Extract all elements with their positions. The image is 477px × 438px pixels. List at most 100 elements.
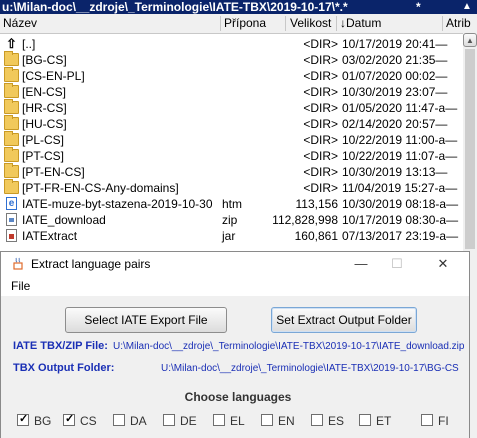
folder-icon (4, 115, 19, 130)
file-size: <DIR> (303, 181, 338, 195)
file-row[interactable]: [BG-CS] <DIR> 03/02/2020 21:35— (0, 51, 463, 68)
dialog-content: Select IATE Export File Set Extract Outp… (7, 298, 469, 437)
file-date: 01/07/2020 00:02— (342, 69, 448, 83)
file-date: 10/22/2019 11:07-a— (342, 149, 458, 163)
column-name[interactable]: Název (3, 14, 37, 33)
column-extension[interactable]: Přípona (224, 14, 266, 33)
file-size: <DIR> (303, 149, 338, 163)
file-ext: htm (222, 197, 243, 211)
iate-file-label: IATE TBX/ZIP File: (13, 340, 108, 352)
file-name: [HU-CS] (22, 117, 67, 131)
language-label: EN (278, 414, 295, 428)
menu-file[interactable]: File (11, 279, 30, 293)
file-date: 10/30/2019 08:18-a— (342, 197, 459, 211)
file-size: 160,861 (294, 229, 338, 243)
language-label: DA (130, 414, 147, 428)
file-ext: jar (222, 229, 236, 243)
language-checkbox[interactable] (359, 414, 371, 426)
history-dropdown-icon[interactable]: ▲ (462, 0, 472, 14)
file-row[interactable]: e IATE-muze-byt-stazena-2019-10-30 htm 1… (0, 196, 463, 212)
language-label: ET (376, 414, 392, 428)
file-name: [PL-CS] (22, 133, 65, 147)
file-name: [PT-FR-EN-CS-Any-domains] (22, 181, 179, 195)
path-bar[interactable]: u:\Milan-doc\__zdroje\_Terminologie\IATE… (0, 0, 477, 14)
language-label: ES (328, 414, 345, 428)
file-name: [HR-CS] (22, 101, 67, 115)
file-row[interactable]: [PT-EN-CS] <DIR> 10/30/2019 13:13— (0, 163, 463, 180)
file-name: [..] (22, 37, 36, 51)
folder-icon (4, 147, 19, 162)
file-row[interactable]: [PT-CS] <DIR> 10/22/2019 11:07-a— (0, 147, 463, 164)
file-date: 10/30/2019 23:07— (342, 85, 448, 99)
file-name: IATE_download (22, 213, 106, 227)
language-checkbox[interactable] (311, 414, 323, 426)
scroll-up-icon[interactable]: ▲ (463, 33, 477, 47)
file-size: 112,828,998 (272, 213, 338, 227)
folder-icon (4, 131, 19, 146)
file-date: 10/17/2019 20:41— (342, 37, 448, 51)
current-path: u:\Milan-doc\__zdroje\_Terminologie\IATE… (2, 0, 348, 14)
file-name: [EN-CS] (22, 85, 67, 99)
select-iate-export-button[interactable]: Select IATE Export File (65, 307, 227, 333)
file-name: [PT-EN-CS] (22, 165, 85, 179)
file-date: 10/30/2019 13:13— (342, 165, 448, 179)
language-checkbox[interactable] (261, 414, 273, 426)
iate-file-value: U:\Milan-doc\__zdroje\_Terminologie\IATE… (113, 341, 465, 352)
java-app-icon (13, 257, 23, 270)
language-checkbox[interactable] (17, 412, 29, 426)
folder-icon (4, 51, 19, 66)
file-row[interactable]: [CS-EN-PL] <DIR> 01/07/2020 00:02— (0, 67, 463, 84)
file-date: 02/14/2020 20:57— (342, 117, 448, 131)
file-size: <DIR> (303, 37, 338, 51)
language-checkbox[interactable] (63, 412, 75, 426)
folder-icon (4, 99, 19, 114)
file-row[interactable]: [PT-FR-EN-CS-Any-domains] <DIR> 11/04/20… (0, 179, 463, 196)
set-extract-output-button[interactable]: Set Extract Output Folder (271, 307, 417, 333)
file-date: 01/05/2020 11:47-a— (342, 101, 458, 115)
file-name: [CS-EN-PL] (22, 69, 85, 83)
file-date: 07/13/2017 23:19-a— (342, 229, 459, 243)
file-date: 10/17/2019 08:30-a— (342, 213, 459, 227)
extract-dialog: Extract language pairs — ☐ ✕ File Select… (0, 251, 470, 438)
file-size: <DIR> (303, 101, 338, 115)
file-row[interactable]: [PL-CS] <DIR> 10/22/2019 11:00-a— (0, 131, 463, 148)
scroll-thumb[interactable] (465, 49, 475, 249)
file-size: <DIR> (303, 85, 338, 99)
file-name: IATExtract (22, 229, 78, 243)
file-row[interactable]: ⇧ [..] <DIR> 10/17/2019 20:41— (0, 36, 463, 52)
file-size: <DIR> (303, 69, 338, 83)
language-label: BG (34, 414, 52, 428)
column-attributes[interactable]: Atrib (446, 14, 471, 33)
minimize-icon[interactable]: — (343, 252, 379, 276)
folder-icon (4, 163, 19, 178)
language-label: EL (230, 414, 245, 428)
maximize-icon[interactable]: ☐ (379, 252, 415, 276)
file-size: <DIR> (303, 117, 338, 131)
column-date[interactable]: ↓Datum (340, 14, 381, 33)
column-size[interactable]: Velikost (290, 14, 331, 33)
file-row[interactable]: IATExtract jar 160,861 07/13/2017 23:19-… (0, 228, 463, 244)
file-name: IATE-muze-byt-stazena-2019-10-30 (22, 197, 213, 211)
file-date: 03/02/2020 21:35— (342, 53, 448, 67)
file-ext: zip (222, 213, 238, 227)
file-row[interactable]: [HR-CS] <DIR> 01/05/2020 11:47-a— (0, 99, 463, 116)
tbx-output-value: U:\Milan-doc\__zdroje\_Terminologie\IATE… (161, 363, 459, 374)
up-dir-icon: ⇧ (6, 36, 17, 51)
language-checkbox[interactable] (213, 414, 225, 426)
language-checkbox[interactable] (163, 414, 175, 426)
dialog-titlebar[interactable]: Extract language pairs — ☐ ✕ (1, 252, 469, 276)
file-size: <DIR> (303, 165, 338, 179)
tbx-output-label: TBX Output Folder: (13, 362, 115, 374)
language-label: FI (438, 414, 449, 428)
file-row[interactable]: IATE_download zip 112,828,998 10/17/2019… (0, 212, 463, 228)
language-label: CS (80, 414, 97, 428)
file-row[interactable]: [EN-CS] <DIR> 10/30/2019 23:07— (0, 83, 463, 100)
folder-icon (4, 83, 19, 98)
language-checkbox[interactable] (421, 414, 433, 426)
close-icon[interactable]: ✕ (425, 252, 461, 276)
file-row[interactable]: [HU-CS] <DIR> 02/14/2020 20:57— (0, 115, 463, 132)
filter-mask[interactable]: * (416, 0, 421, 14)
language-checkbox[interactable] (113, 414, 125, 426)
file-size: <DIR> (303, 133, 338, 147)
file-date: 10/22/2019 11:00-a— (342, 133, 458, 147)
